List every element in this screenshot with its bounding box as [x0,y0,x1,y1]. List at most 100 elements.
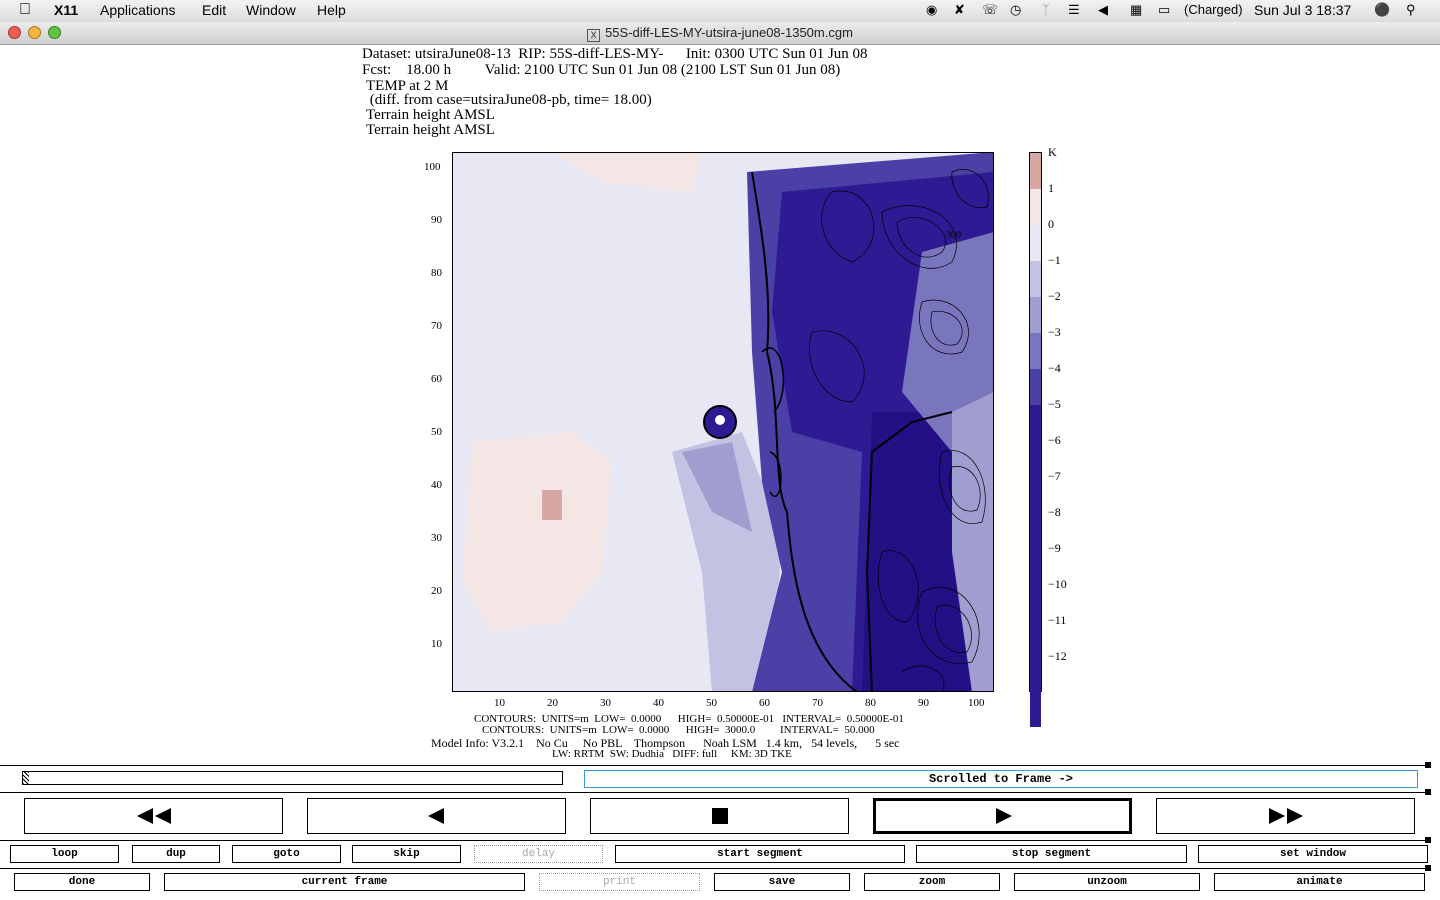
menu-applications[interactable]: Applications [100,2,176,18]
y-tick: 70 [431,320,442,332]
phone-icon[interactable]: ☏ [982,2,998,18]
contour-label: 300 [946,230,961,241]
tools-icon[interactable]: ✘ [954,2,965,18]
menu-help[interactable]: Help [317,2,346,18]
colorbar-label: −1 [1048,253,1061,267]
done-button[interactable]: done [14,873,150,891]
y-tick: 50 [431,426,442,438]
x-tick: 40 [653,697,664,709]
separator [0,840,1428,841]
x-tick: 20 [547,697,558,709]
x-tick: 50 [706,697,717,709]
calendar-icon[interactable]: ▦ [1130,2,1142,18]
colorbar-label: −10 [1048,577,1067,591]
zoom-button[interactable]: zoom [864,873,1000,891]
colorbar-label: −9 [1048,541,1061,555]
colorbar [1029,152,1042,727]
battery-status: (Charged) [1184,2,1243,17]
x-tick: 60 [759,697,770,709]
scrolled-to-frame-field: Scrolled to Frame -> [584,770,1418,788]
time-machine-icon[interactable]: ◷ [1010,2,1021,18]
colorbar-label: 0 [1048,217,1054,231]
start-segment-button[interactable]: start segment [615,845,905,863]
skip-button[interactable]: skip [352,845,461,863]
resize-handle[interactable] [1425,865,1431,871]
frame-scrollbar[interactable] [22,771,563,785]
y-tick: 100 [424,161,441,173]
physics-info: LW: RRTM SW: Dudhia DIFF: full KM: 3D TK… [552,748,792,760]
x-tick: 90 [918,697,929,709]
set-window-button[interactable]: set window [1198,845,1428,863]
resize-handle[interactable] [1425,789,1431,795]
colorbar-label: −8 [1048,505,1061,519]
colorbar-label: −6 [1048,433,1061,447]
battery-icon[interactable]: ▭ [1158,2,1170,18]
clock[interactable]: Sun Jul 3 18:37 [1254,2,1351,18]
x-tick: 30 [600,697,611,709]
fast-forward-icon [1268,808,1303,824]
plot-header-line1: Dataset: utsiraJune08-13 RIP: 55S-diff-L… [362,46,868,62]
dup-button[interactable]: dup [132,845,220,863]
x11-document-icon: X [587,29,601,42]
fast-forward-button[interactable] [1156,798,1415,834]
menu-window[interactable]: Window [246,2,296,18]
play-button[interactable] [873,798,1132,834]
y-tick: 10 [431,638,442,650]
menu-app-x11[interactable]: X11 [54,2,78,18]
y-tick: 90 [431,214,442,226]
x-tick: 100 [968,697,985,709]
colorbar-label: −3 [1048,325,1061,339]
user-icon[interactable]: ⚫ [1374,2,1390,18]
colorbar-unit: K [1048,145,1057,159]
colorbar-label: −12 [1048,649,1067,663]
rewind-icon [136,808,171,824]
y-tick: 40 [431,479,442,491]
animate-button[interactable]: animate [1214,873,1425,891]
save-button[interactable]: save [714,873,850,891]
step-back-icon [427,808,444,824]
separator [0,792,1428,793]
loop-button[interactable]: loop [10,845,119,863]
colorbar-label: −11 [1048,613,1067,627]
resize-handle[interactable] [1425,837,1431,843]
scrolled-to-frame-label: Scrolled to Frame -> [928,772,1074,786]
delay-button: delay [474,845,603,863]
wifi-icon[interactable]: ☰ [1068,2,1080,18]
rewind-button[interactable] [24,798,283,834]
current-frame-button[interactable]: current frame [164,873,525,891]
window-title: 55S-diff-LES-MY-utsira-june08-1350m.cgm [605,25,853,40]
window-titlebar: X 55S-diff-LES-MY-utsira-june08-1350m.cgm [0,22,1440,45]
colorbar-label: 1 [1048,181,1054,195]
x-tick: 70 [812,697,823,709]
play-icon [995,808,1012,824]
stop-segment-button[interactable]: stop segment [916,845,1187,863]
contours-info-2: CONTOURS: UNITS=m LOW= 0.0000 HIGH= 3000… [482,724,875,736]
y-tick: 30 [431,532,442,544]
temperature-difference-map: 300 [452,152,994,692]
robot-icon[interactable]: ◉ [926,2,937,18]
stop-icon [711,808,728,824]
volume-icon[interactable]: ◀ [1098,2,1108,18]
apple-icon[interactable]:  [19,1,31,19]
overlay-title-2: Terrain height AMSL [366,122,495,138]
scroll-thumb[interactable] [23,772,29,784]
colorbar-label: −5 [1048,397,1061,411]
separator [0,868,1428,869]
colorbar-label: −4 [1048,361,1061,375]
separator [0,765,1428,766]
resize-handle[interactable] [1425,762,1431,768]
y-tick: 80 [431,267,442,279]
stop-button[interactable] [590,798,849,834]
colorbar-label: −7 [1048,469,1061,483]
x-tick: 10 [494,697,505,709]
y-tick: 20 [431,585,442,597]
plot-header-line2: Fcst: 18.00 h Valid: 2100 UTC Sun 01 Jun… [362,62,841,78]
y-tick: 60 [431,373,442,385]
goto-button[interactable]: goto [232,845,341,863]
bluetooth-icon[interactable]: ᛉ [1042,2,1050,17]
colorbar-label: −2 [1048,289,1061,303]
menu-edit[interactable]: Edit [202,2,226,18]
step-back-button[interactable] [307,798,566,834]
spotlight-search-icon[interactable]: ⚲ [1406,2,1416,18]
unzoom-button[interactable]: unzoom [1014,873,1200,891]
